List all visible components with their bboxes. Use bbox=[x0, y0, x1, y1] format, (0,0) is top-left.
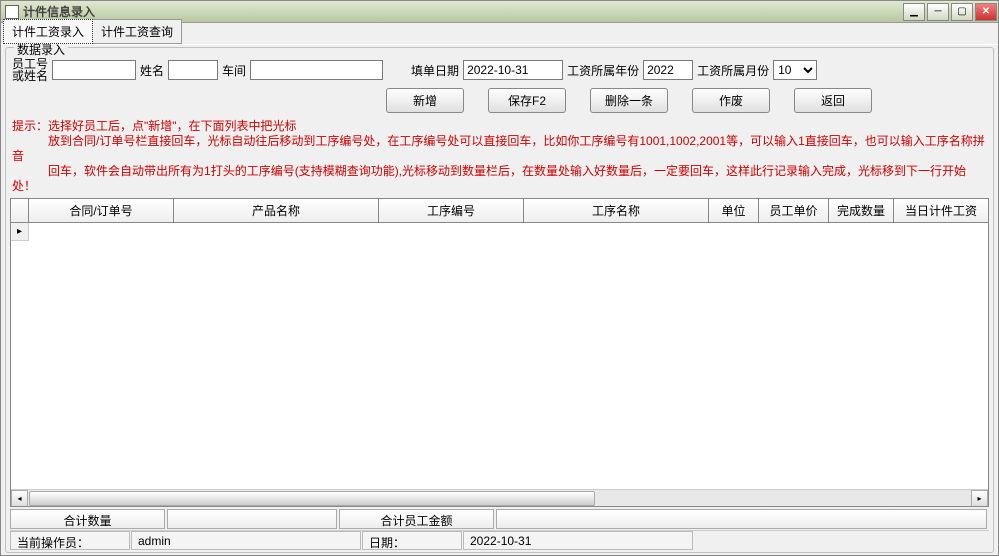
grid-header-marker bbox=[11, 199, 29, 222]
minimize-button[interactable]: ▁ bbox=[903, 3, 925, 21]
tab-query[interactable]: 计件工资查询 bbox=[92, 19, 182, 44]
button-row: 新增 保存F2 删除一条 作废 返回 bbox=[6, 86, 993, 117]
summary-qty-label: 合计数量 bbox=[10, 509, 165, 529]
status-operator-label: 当前操作员： bbox=[10, 531, 130, 550]
scroll-left-icon[interactable]: ◂ bbox=[11, 490, 28, 507]
scroll-track[interactable] bbox=[28, 490, 971, 506]
close-button[interactable]: ✕ bbox=[975, 3, 997, 21]
void-button[interactable]: 作废 bbox=[692, 88, 770, 113]
grid-header: 合同/订单号 产品名称 工序编号 工序名称 单位 员工单价 完成数量 当日计件工… bbox=[11, 199, 988, 223]
data-grid[interactable]: 合同/订单号 产品名称 工序编号 工序名称 单位 员工单价 完成数量 当日计件工… bbox=[10, 198, 989, 507]
input-workshop[interactable] bbox=[250, 60, 383, 80]
summary-row: 合计数量 合计员工金额 bbox=[10, 509, 989, 529]
summary-qty-value bbox=[167, 509, 337, 529]
grid-col-unit[interactable]: 单位 bbox=[709, 199, 759, 222]
add-button[interactable]: 新增 bbox=[386, 88, 464, 113]
delete-button[interactable]: 删除一条 bbox=[590, 88, 668, 113]
grid-col-contract[interactable]: 合同/订单号 bbox=[29, 199, 174, 222]
app-icon bbox=[5, 5, 19, 19]
hint-text: 提示：选择好员工后，点"新增"，在下面列表中把光标 提示：放到合同/订单号栏直接… bbox=[6, 117, 993, 198]
grid-col-qty[interactable]: 完成数量 bbox=[829, 199, 894, 222]
horizontal-scrollbar[interactable]: ◂ ▸ bbox=[11, 489, 988, 506]
back-button[interactable]: 返回 bbox=[794, 88, 872, 113]
restore-button[interactable]: ─ bbox=[927, 3, 949, 21]
form-row: 员工号 或姓名 姓名 车间 填单日期 工资所属年份 工资所属月份 10 bbox=[6, 54, 993, 86]
tab-entry[interactable]: 计件工资录入 bbox=[3, 19, 93, 44]
scroll-thumb[interactable] bbox=[29, 491, 595, 506]
label-emp: 员工号 或姓名 bbox=[12, 58, 48, 82]
status-operator-value: admin bbox=[131, 531, 361, 550]
input-emp[interactable] bbox=[52, 60, 136, 80]
grid-body[interactable]: ▸ bbox=[11, 223, 988, 489]
window: 计件信息录入 ▁ ─ ▢ ✕ 计件工资录入 计件工资查询 数据录入 员工号 或姓… bbox=[0, 0, 999, 556]
tabs: 计件工资录入 计件工资查询 bbox=[1, 23, 998, 45]
input-wage-year[interactable] bbox=[643, 60, 693, 80]
window-title: 计件信息录入 bbox=[23, 3, 902, 20]
label-name: 姓名 bbox=[140, 62, 164, 79]
label-bill-date: 填单日期 bbox=[411, 62, 459, 79]
status-date-value: 2022-10-31 bbox=[463, 531, 693, 550]
maximize-button[interactable]: ▢ bbox=[951, 3, 973, 21]
label-wage-month: 工资所属月份 bbox=[697, 62, 769, 79]
grid-col-process-no[interactable]: 工序编号 bbox=[379, 199, 524, 222]
row-marker-icon: ▸ bbox=[11, 223, 29, 241]
status-date-label: 日期： bbox=[362, 531, 462, 550]
select-wage-month[interactable]: 10 bbox=[773, 60, 817, 80]
statusbar: 当前操作员： admin 日期： 2022-10-31 bbox=[10, 530, 989, 550]
grid-col-price[interactable]: 员工单价 bbox=[759, 199, 829, 222]
input-bill-date[interactable] bbox=[463, 60, 563, 80]
grid-col-process-name[interactable]: 工序名称 bbox=[524, 199, 709, 222]
grid-col-product[interactable]: 产品名称 bbox=[174, 199, 379, 222]
save-button[interactable]: 保存F2 bbox=[488, 88, 566, 113]
summary-amt-label: 合计员工金额 bbox=[339, 509, 494, 529]
input-name[interactable] bbox=[168, 60, 218, 80]
grid-col-wage[interactable]: 当日计件工资 bbox=[894, 199, 988, 222]
label-wage-year: 工资所属年份 bbox=[567, 62, 639, 79]
label-workshop: 车间 bbox=[222, 62, 246, 79]
groupbox-data-entry: 数据录入 员工号 或姓名 姓名 车间 填单日期 工资所属年份 工资所属月份 10… bbox=[5, 47, 994, 553]
summary-amt-value bbox=[496, 509, 987, 529]
scroll-right-icon[interactable]: ▸ bbox=[971, 490, 988, 507]
